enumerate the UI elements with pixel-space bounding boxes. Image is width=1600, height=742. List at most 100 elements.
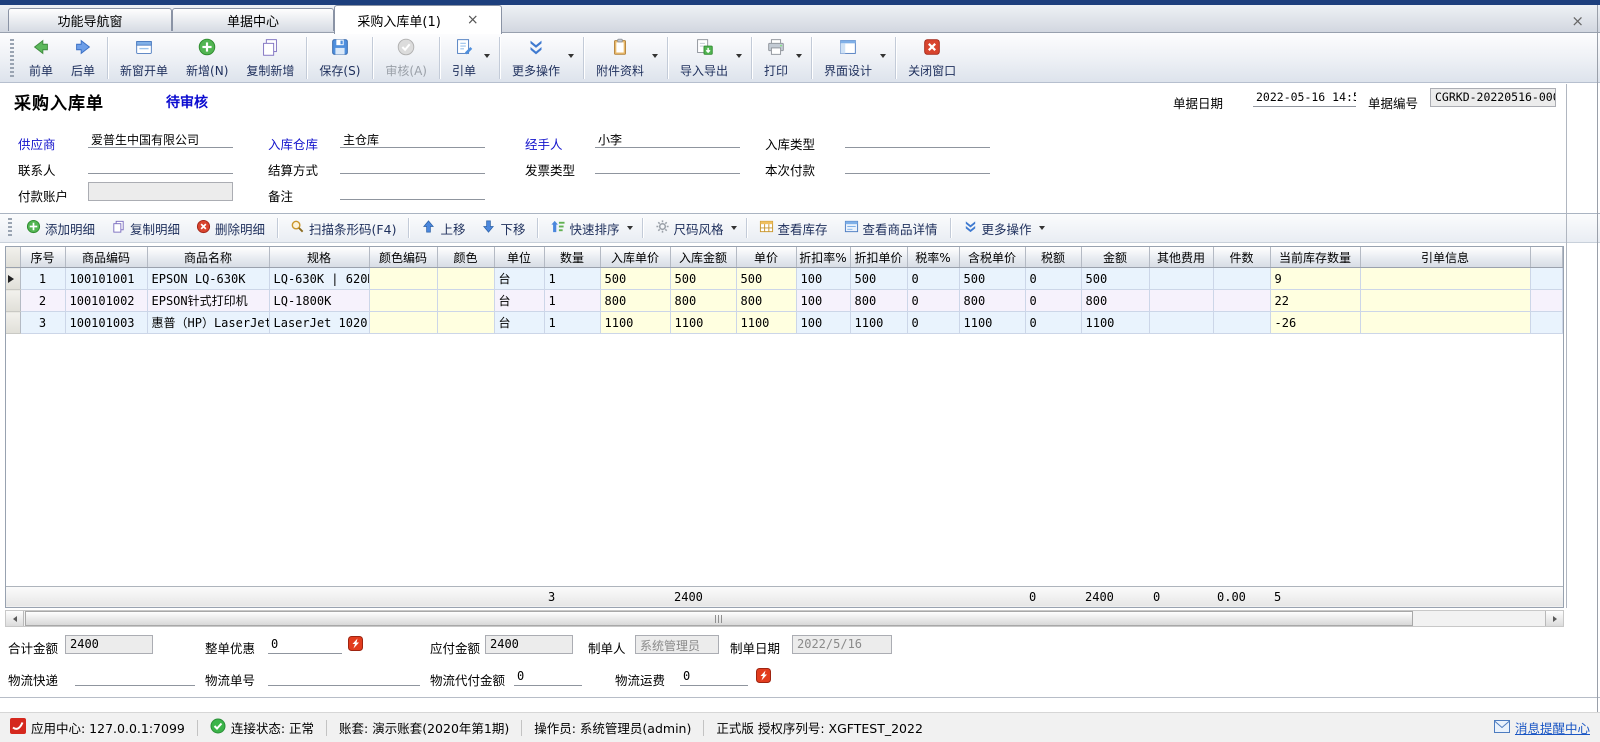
column-header[interactable]: 单位	[494, 247, 544, 268]
ui-design-button[interactable]: 界面设计	[815, 33, 892, 82]
dropdown-caret-icon[interactable]	[568, 54, 574, 58]
column-header[interactable]: 引单信息	[1360, 247, 1530, 268]
new-window-doc-button[interactable]: 新窗开单	[111, 33, 177, 82]
dropdown-caret-icon[interactable]	[736, 54, 742, 58]
cell-20[interactable]	[1360, 268, 1530, 290]
size-style-button[interactable]: 尺码风格	[647, 216, 742, 240]
cell-18[interactable]	[1213, 268, 1270, 290]
column-header[interactable]: 折扣率%	[796, 247, 850, 268]
cell-7[interactable]: 1	[544, 312, 600, 334]
table-row[interactable]: 2100101002EPSON针式打印机LQ-1800K台18008008001…	[6, 290, 1563, 312]
doc-date-field[interactable]: 2022-05-16 14:53	[1253, 89, 1356, 107]
pay-account-field[interactable]	[88, 182, 233, 201]
cell-9[interactable]: 1100	[670, 312, 736, 334]
cell-2[interactable]: EPSON针式打印机	[147, 290, 269, 312]
cell-7[interactable]: 1	[544, 290, 600, 312]
cell-16[interactable]: 500	[1081, 268, 1149, 290]
handler-field[interactable]: 小李	[595, 130, 740, 148]
settle-method-field[interactable]	[340, 156, 485, 174]
audit-button[interactable]: 审核(A)	[376, 33, 436, 82]
tab-close-icon[interactable]: ×	[467, 13, 479, 27]
cell-2[interactable]: EPSON LQ-630K	[147, 268, 269, 290]
save-button[interactable]: 保存(S)	[310, 33, 369, 82]
cell-4[interactable]	[369, 290, 437, 312]
print-button[interactable]: 打印	[755, 33, 808, 82]
move-up-button[interactable]: 上移	[413, 216, 473, 240]
column-header[interactable]: 单价	[736, 247, 796, 268]
warehouse-field[interactable]: 主仓库	[340, 130, 485, 148]
whole-discount-field[interactable]: 0	[268, 636, 342, 654]
column-header[interactable]: 规格	[269, 247, 369, 268]
prev-doc-button[interactable]: 前单	[20, 33, 62, 82]
cell-11[interactable]: 100	[796, 312, 850, 334]
quick-sort-button[interactable]: 快速排序	[542, 216, 637, 240]
contact-field[interactable]	[88, 156, 233, 174]
tab-function-nav[interactable]: 功能导航窗	[8, 8, 172, 31]
ref-doc-button[interactable]: 引单	[443, 33, 496, 82]
supplier-field[interactable]: 爱普生中国有限公司	[88, 130, 233, 148]
cell-12[interactable]: 1100	[850, 312, 907, 334]
column-header[interactable]: 颜色编码	[369, 247, 437, 268]
next-doc-button[interactable]: 后单	[62, 33, 104, 82]
cod-amount-field[interactable]: 0	[514, 668, 582, 686]
scrollbar-thumb[interactable]	[25, 611, 1413, 626]
cell-18[interactable]	[1213, 312, 1270, 334]
horizontal-scrollbar[interactable]	[5, 610, 1564, 627]
cell-15[interactable]: 0	[1025, 290, 1081, 312]
cell-12[interactable]: 800	[850, 290, 907, 312]
column-header[interactable]: 其他费用	[1149, 247, 1213, 268]
cell-0[interactable]: 1	[20, 268, 65, 290]
column-header[interactable]: 商品编码	[65, 247, 147, 268]
cell-15[interactable]: 0	[1025, 268, 1081, 290]
cell-10[interactable]: 1100	[736, 312, 796, 334]
cell-5[interactable]	[437, 312, 494, 334]
cell-14[interactable]: 800	[959, 290, 1025, 312]
view-product-detail-button[interactable]: 查看商品详情	[836, 216, 946, 240]
cell-0[interactable]: 2	[20, 290, 65, 312]
column-header[interactable]: 税额	[1025, 247, 1081, 268]
payment-field[interactable]	[845, 156, 990, 174]
cell-16[interactable]: 800	[1081, 290, 1149, 312]
cell-18[interactable]	[1213, 290, 1270, 312]
cell-19[interactable]: -26	[1270, 312, 1360, 334]
remark-field[interactable]	[340, 182, 485, 200]
invoice-type-field[interactable]	[595, 156, 740, 174]
cell-4[interactable]	[369, 312, 437, 334]
add-doc-button[interactable]: 新增(N)	[177, 33, 237, 82]
cell-5[interactable]	[437, 268, 494, 290]
cell-8[interactable]: 1100	[600, 312, 670, 334]
table-row[interactable]: 1100101001EPSON LQ-630KLQ-630K | 620K台15…	[6, 268, 1563, 290]
cell-3[interactable]: LQ-1800K	[269, 290, 369, 312]
dropdown-caret-icon[interactable]	[1039, 226, 1045, 230]
cell-17[interactable]	[1149, 312, 1213, 334]
column-header[interactable]: 商品名称	[147, 247, 269, 268]
cell-14[interactable]: 500	[959, 268, 1025, 290]
cell-13[interactable]: 0	[907, 312, 959, 334]
copy-add-button[interactable]: 复制新增	[237, 33, 303, 82]
cell-6[interactable]: 台	[494, 268, 544, 290]
toolbar-grip[interactable]	[10, 39, 14, 77]
detail-grid-scroll-area[interactable]: 序号商品编码商品名称规格颜色编码颜色单位数量入库单价入库金额单价折扣率%折扣单价…	[6, 247, 1563, 586]
view-stock-button[interactable]: 查看库存	[751, 216, 836, 240]
column-header[interactable]: 含税单价	[959, 247, 1025, 268]
cell-16[interactable]: 1100	[1081, 312, 1149, 334]
doc-no-field[interactable]: CGRKD-20220516-0002	[1430, 88, 1556, 107]
toolbar-grip[interactable]	[8, 218, 12, 238]
cell-6[interactable]: 台	[494, 290, 544, 312]
cell-5[interactable]	[437, 290, 494, 312]
cell-3[interactable]: LaserJet 1020	[269, 312, 369, 334]
cell-20[interactable]	[1360, 312, 1530, 334]
inbound-type-field[interactable]	[845, 130, 990, 148]
delete-detail-button[interactable]: 删除明细	[188, 216, 273, 240]
scan-barcode-button[interactable]: 扫描条形码(F4)	[282, 216, 404, 240]
cell-11[interactable]: 100	[796, 290, 850, 312]
cell-19[interactable]: 22	[1270, 290, 1360, 312]
cell-9[interactable]: 500	[670, 268, 736, 290]
column-header[interactable]: 序号	[20, 247, 65, 268]
dropdown-caret-icon[interactable]	[652, 54, 658, 58]
cell-17[interactable]	[1149, 268, 1213, 290]
import-export-button[interactable]: 导入导出	[671, 33, 748, 82]
cell-14[interactable]: 1100	[959, 312, 1025, 334]
cell-4[interactable]	[369, 268, 437, 290]
cell-1[interactable]: 100101003	[65, 312, 147, 334]
